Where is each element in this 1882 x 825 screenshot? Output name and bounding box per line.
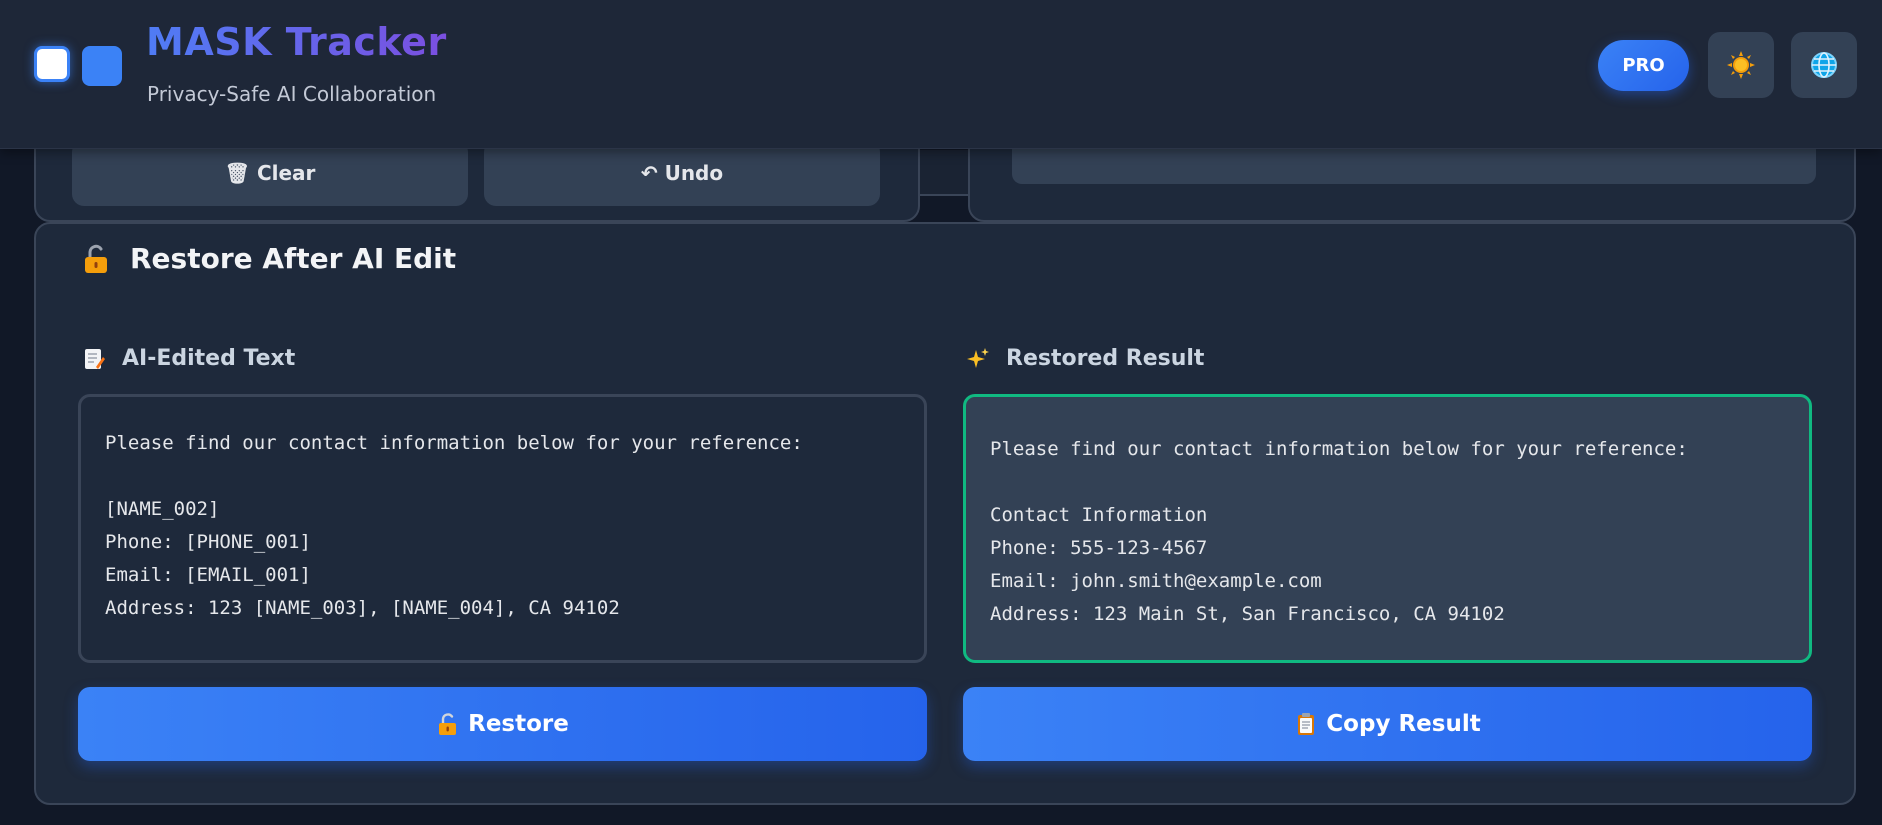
pro-button[interactable]: PRO (1598, 40, 1689, 91)
undo-button[interactable]: ↶ Undo (484, 140, 880, 206)
restore-section-title-text: Restore After AI Edit (130, 242, 457, 275)
theme-toggle-button[interactable] (1708, 32, 1774, 98)
logo-square-blue (82, 46, 122, 86)
restored-result-label: Restored Result (966, 346, 1204, 371)
app-logo (32, 44, 124, 86)
app-subtitle: Privacy-Safe AI Collaboration (147, 82, 437, 106)
ai-edited-textarea[interactable]: Please find our contact information belo… (78, 394, 927, 663)
app-header: MASK Tracker Privacy-Safe AI Collaborati… (0, 0, 1882, 149)
logo-square-white (34, 46, 70, 82)
copy-result-button[interactable]: Copy Result (963, 687, 1812, 761)
ai-edited-label: AI-Edited Text (82, 346, 295, 371)
restored-result-output[interactable]: Please find our contact information belo… (963, 394, 1812, 663)
app-title: MASK Tracker (146, 20, 447, 64)
clear-button[interactable]: 🗑 Clear (72, 140, 468, 206)
restored-result-label-text: Restored Result (1006, 346, 1205, 371)
copy-result-button-label: Copy Result (1326, 711, 1481, 737)
sparkles-icon (967, 347, 989, 368)
memo-icon (85, 348, 105, 369)
unlock-icon (439, 713, 457, 735)
restore-button[interactable]: Restore (78, 687, 927, 761)
restore-button-label: Restore (468, 711, 569, 737)
sun-icon (1727, 51, 1755, 79)
restore-section-title: Restore After AI Edit (80, 242, 456, 275)
card-divider (920, 150, 970, 196)
language-button[interactable] (1791, 32, 1857, 98)
unlock-icon (85, 244, 107, 273)
clipboard-icon (1298, 713, 1315, 735)
ai-edited-label-text: AI-Edited Text (122, 346, 296, 371)
globe-icon (1811, 52, 1837, 78)
